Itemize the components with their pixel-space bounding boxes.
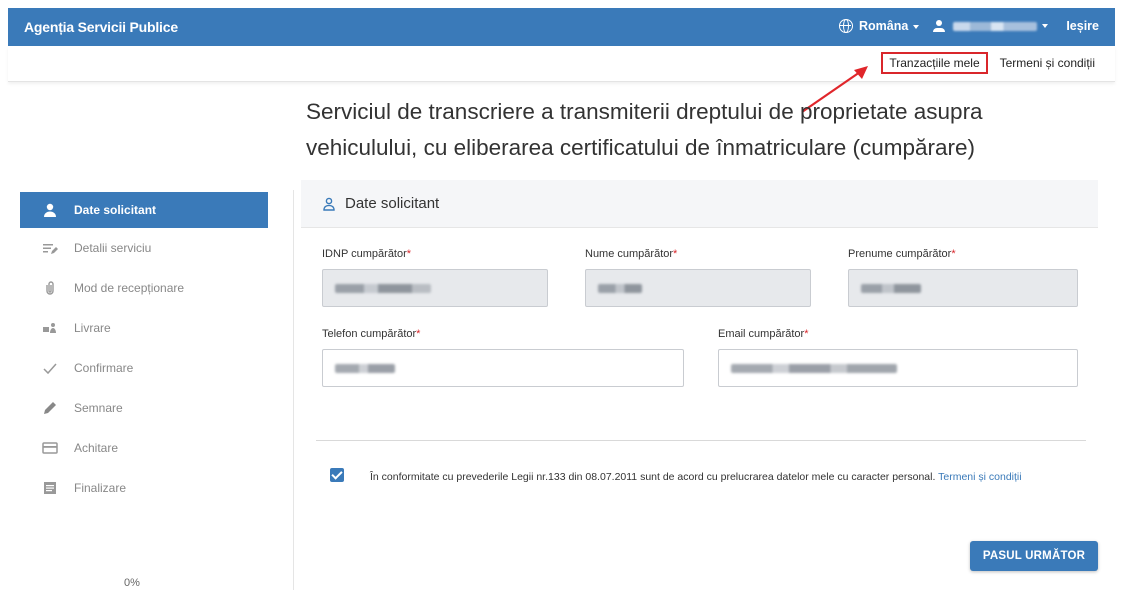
- required-mark: *: [951, 248, 956, 260]
- progress-percent: 0%: [124, 577, 140, 589]
- telefon-label: Telefon cumpărător*: [322, 328, 420, 340]
- steps-sidebar: Date solicitant Detalii serviciu Mod de …: [20, 190, 268, 508]
- nume-label-text: Nume cumpărător: [585, 248, 674, 260]
- sidebar-item-semnare[interactable]: Semnare: [20, 388, 268, 428]
- language-selector[interactable]: Româna: [859, 19, 920, 33]
- paperclip-icon: [42, 280, 58, 296]
- sidebar-item-label: Detalii serviciu: [74, 241, 152, 255]
- required-mark: *: [804, 328, 809, 340]
- form-divider: [316, 440, 1086, 441]
- terms-conditions-link[interactable]: Termeni și condiții: [938, 471, 1021, 483]
- globe-icon: [839, 19, 853, 33]
- user-name-redacted: [953, 21, 1038, 31]
- my-transactions-link[interactable]: Tranzacțiile mele: [881, 52, 988, 74]
- sidebar-divider: [293, 190, 294, 590]
- pen-icon: [42, 400, 58, 416]
- secondary-nav: Tranzacțiile mele Termeni și condiții: [8, 46, 1115, 82]
- user-icon: [933, 20, 946, 32]
- email-label: Email cumpărător*: [718, 328, 808, 340]
- telefon-field[interactable]: [322, 349, 684, 387]
- sidebar-item-achitare[interactable]: Achitare: [20, 428, 268, 468]
- redacted-value: [598, 284, 642, 293]
- nume-field[interactable]: [585, 269, 811, 307]
- app-frame: Agenția Servicii Publice Româna Ieșire T…: [8, 8, 1115, 590]
- sidebar-item-confirmare[interactable]: Confirmare: [20, 348, 268, 388]
- user-icon: [42, 202, 58, 218]
- prenume-label-text: Prenume cumpărător: [848, 248, 952, 260]
- page-title: Serviciul de transcriere a transmiterii …: [306, 99, 983, 160]
- email-label-text: Email cumpărător: [718, 328, 805, 340]
- prenume-label: Prenume cumpărător*: [848, 248, 956, 260]
- top-bar: Agenția Servicii Publice Româna Ieșire: [8, 8, 1115, 46]
- secondary-links: Tranzacțiile mele Termeni și condiții: [881, 52, 1095, 74]
- card-icon: [42, 440, 58, 456]
- user-menu[interactable]: [953, 21, 1049, 31]
- required-mark: *: [406, 248, 412, 260]
- prenume-field[interactable]: [848, 269, 1078, 307]
- sidebar-item-label: Semnare: [74, 401, 123, 415]
- sidebar-item-label: Confirmare: [74, 361, 134, 375]
- required-mark: *: [673, 248, 678, 260]
- section-header: Date solicitant: [301, 180, 1098, 228]
- sidebar-item-finalizare[interactable]: Finalizare: [20, 468, 268, 508]
- check-icon: [42, 360, 58, 376]
- top-right-menu: Româna Ieșire: [839, 19, 1099, 33]
- nume-label: Nume cumpărător*: [585, 248, 677, 260]
- logout-link[interactable]: Ieșire: [1066, 19, 1099, 33]
- redacted-value: [335, 284, 431, 293]
- sidebar-item-label: Finalizare: [74, 481, 127, 495]
- sidebar-item-label: Livrare: [74, 321, 111, 335]
- section-title: Date solicitant: [345, 195, 440, 212]
- redacted-value: [731, 364, 897, 373]
- chevron-down-icon: [1042, 24, 1049, 28]
- document-icon: [42, 480, 58, 496]
- required-mark: *: [416, 328, 421, 340]
- sidebar-item-date-solicitant[interactable]: Date solicitant: [20, 192, 268, 228]
- sidebar-item-label: Achitare: [74, 441, 119, 455]
- sidebar-item-label: Date solicitant: [74, 203, 157, 217]
- chevron-down-icon: [913, 24, 920, 29]
- consent-statement: În conformitate cu prevederile Legii nr.…: [370, 471, 936, 483]
- brand-title[interactable]: Agenția Servicii Publice: [24, 19, 178, 35]
- redacted-value: [335, 364, 395, 373]
- next-step-button[interactable]: PASUL URMĂTOR: [970, 541, 1098, 571]
- sidebar-item-detalii-serviciu[interactable]: Detalii serviciu: [20, 228, 268, 268]
- sidebar-item-mod-receptionare[interactable]: Mod de recepționare: [20, 268, 268, 308]
- list-edit-icon: [42, 240, 58, 256]
- sidebar-item-label: Mod de recepționare: [74, 281, 185, 295]
- idnp-field[interactable]: [322, 269, 548, 307]
- idnp-label-text: IDNP cumpărător: [322, 248, 407, 260]
- consent-text: În conformitate cu prevederile Legii nr.…: [370, 469, 1090, 485]
- email-field[interactable]: [718, 349, 1078, 387]
- language-label: Româna: [859, 19, 909, 33]
- consent-checkbox[interactable]: [330, 468, 344, 482]
- idnp-label: IDNP cumpărător*: [322, 248, 411, 260]
- delivery-icon: [42, 320, 58, 336]
- redacted-value: [861, 284, 921, 293]
- telefon-label-text: Telefon cumpărător: [322, 328, 417, 340]
- terms-link[interactable]: Termeni și condiții: [1000, 56, 1095, 74]
- user-outline-icon: [323, 197, 335, 211]
- sidebar-item-livrare[interactable]: Livrare: [20, 308, 268, 348]
